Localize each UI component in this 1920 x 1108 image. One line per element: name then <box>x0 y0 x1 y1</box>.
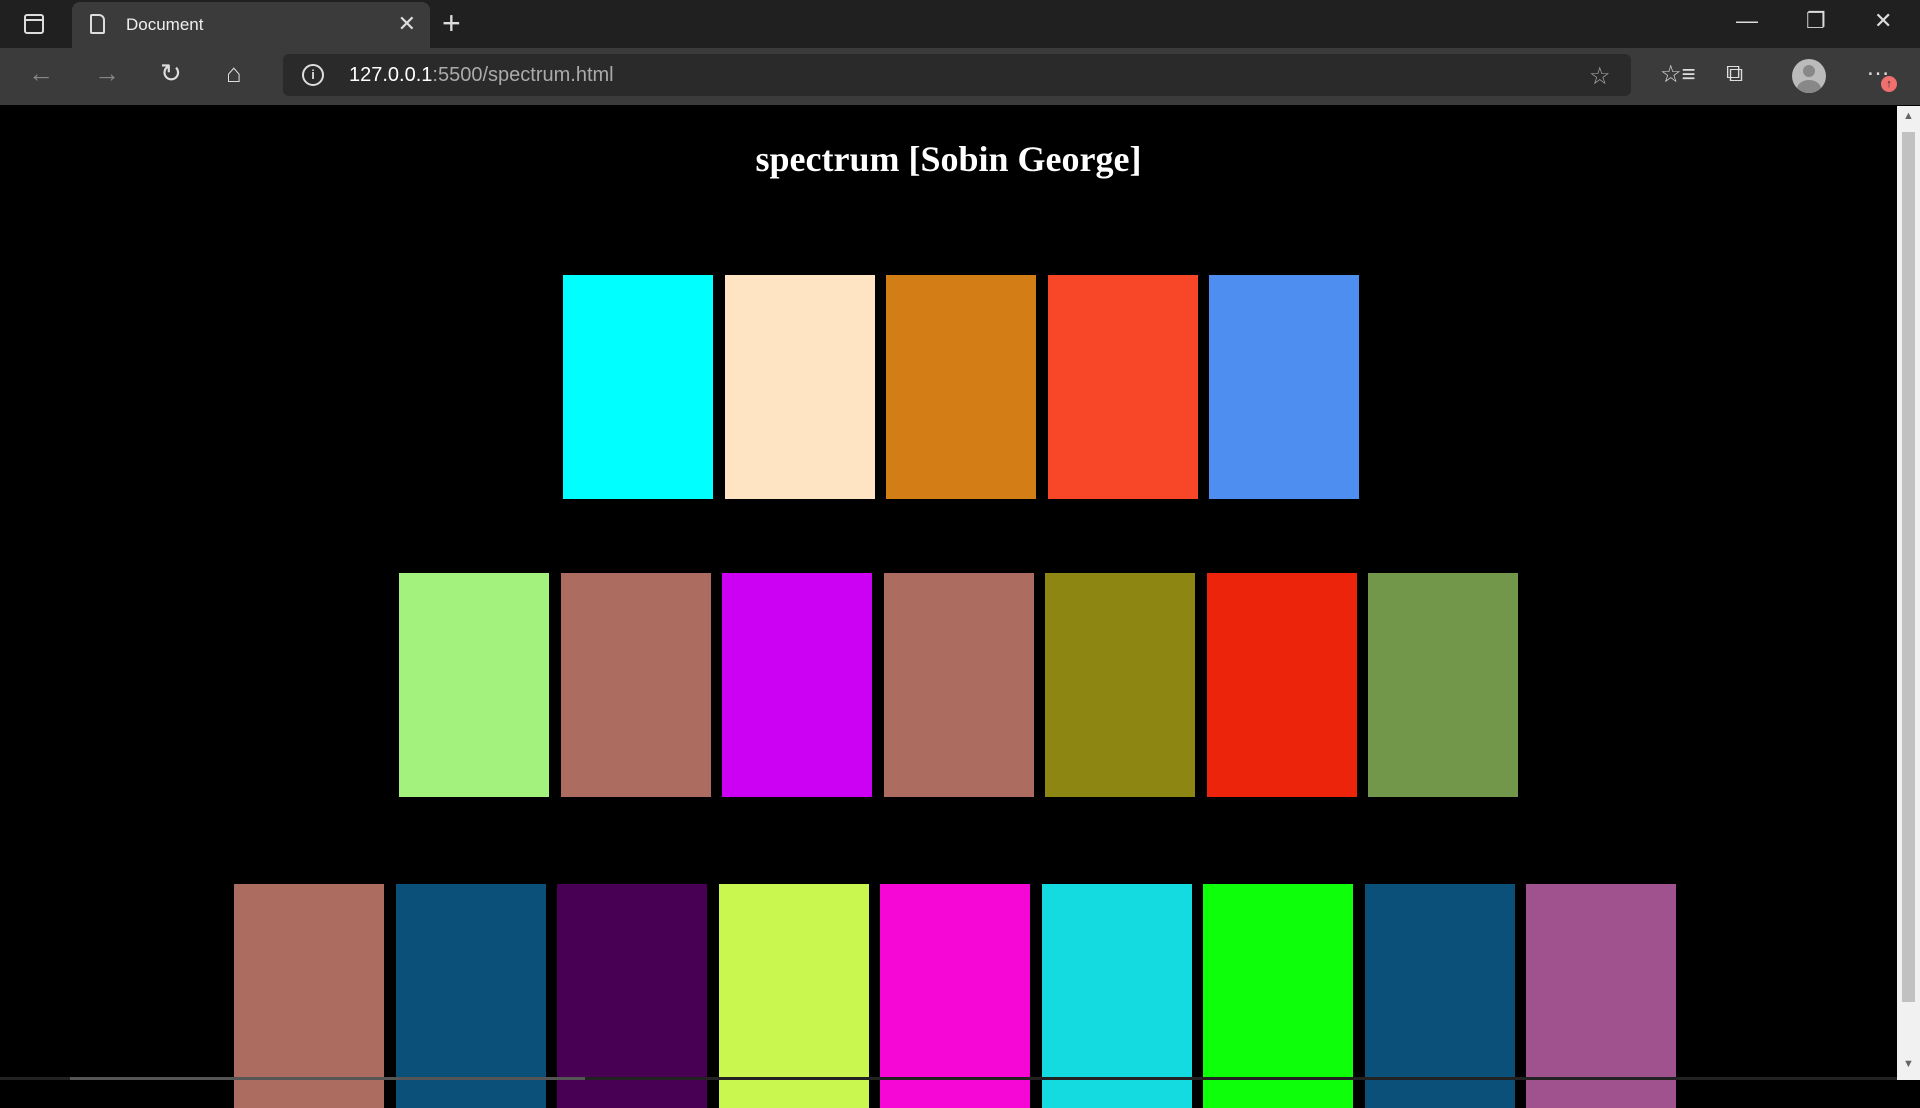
color-swatch <box>399 573 549 797</box>
color-row-1 <box>563 275 1359 499</box>
back-icon[interactable]: ← <box>28 58 54 89</box>
color-swatch <box>1047 275 1198 499</box>
toolbar: ← → ↻ ⌂ i 127.0.0.1:5500/spectrum.html ☆… <box>0 48 1920 105</box>
color-swatch <box>1045 573 1195 797</box>
favorites-icon[interactable]: ☆≡ <box>1660 60 1696 89</box>
home-icon[interactable]: ⌂ <box>226 58 242 89</box>
color-swatch <box>883 573 1034 797</box>
color-swatch <box>1364 884 1515 1108</box>
restore-icon[interactable]: ❐ <box>1806 8 1826 34</box>
close-tab-icon[interactable]: ✕ <box>398 11 416 37</box>
color-swatch <box>722 573 872 797</box>
refresh-icon[interactable]: ↻ <box>160 58 182 89</box>
vertical-scrollbar[interactable]: ▲ ▼ <box>1897 106 1920 1080</box>
url-path: :5500/spectrum.html <box>432 64 614 86</box>
scroll-up-icon[interactable]: ▲ <box>1903 110 1914 122</box>
url-text[interactable]: 127.0.0.1:5500/spectrum.html <box>349 64 614 87</box>
scroll-down-icon[interactable]: ▼ <box>1903 1058 1914 1070</box>
scrollbar-thumb[interactable] <box>1902 132 1915 1002</box>
new-tab-icon[interactable]: + <box>442 5 461 42</box>
collections-icon[interactable]: ⧉ <box>1726 60 1743 88</box>
add-favorite-icon[interactable]: ☆ <box>1589 62 1611 91</box>
color-swatch <box>557 884 707 1108</box>
page-title: spectrum [Sobin George] <box>755 139 1142 179</box>
address-bar[interactable]: i 127.0.0.1:5500/spectrum.html ☆ <box>283 54 1631 96</box>
tab-actions-icon[interactable] <box>24 14 44 34</box>
tab-document[interactable]: Document ✕ <box>72 2 430 48</box>
url-host: 127.0.0.1 <box>349 64 433 86</box>
color-swatch <box>395 884 546 1108</box>
color-swatch <box>886 275 1036 499</box>
minimize-icon[interactable]: — <box>1736 8 1758 34</box>
update-badge-icon: ↑ <box>1881 76 1897 92</box>
profile-avatar[interactable] <box>1792 59 1826 93</box>
color-swatch <box>880 884 1030 1108</box>
color-swatch <box>234 884 384 1108</box>
tab-title: Document <box>126 15 204 34</box>
color-swatch <box>1526 884 1676 1108</box>
color-swatch <box>1041 884 1192 1108</box>
info-icon[interactable]: i <box>302 64 324 86</box>
color-swatch <box>718 884 869 1108</box>
close-window-icon[interactable]: ✕ <box>1874 8 1892 34</box>
forward-icon[interactable]: → <box>94 58 120 89</box>
color-row-3 <box>234 884 1676 1108</box>
color-swatch <box>560 573 711 797</box>
document-icon <box>90 14 105 34</box>
color-swatch <box>1368 573 1518 797</box>
tab-bar: Document ✕ + — ❐ ✕ <box>0 0 1920 48</box>
color-row-2 <box>399 573 1518 797</box>
color-swatch <box>563 275 713 499</box>
color-swatch <box>1203 884 1353 1108</box>
color-swatch <box>1206 573 1357 797</box>
color-swatch <box>724 275 875 499</box>
page-content: spectrum [Sobin George] <box>0 106 1897 1108</box>
color-swatch <box>1209 275 1359 499</box>
